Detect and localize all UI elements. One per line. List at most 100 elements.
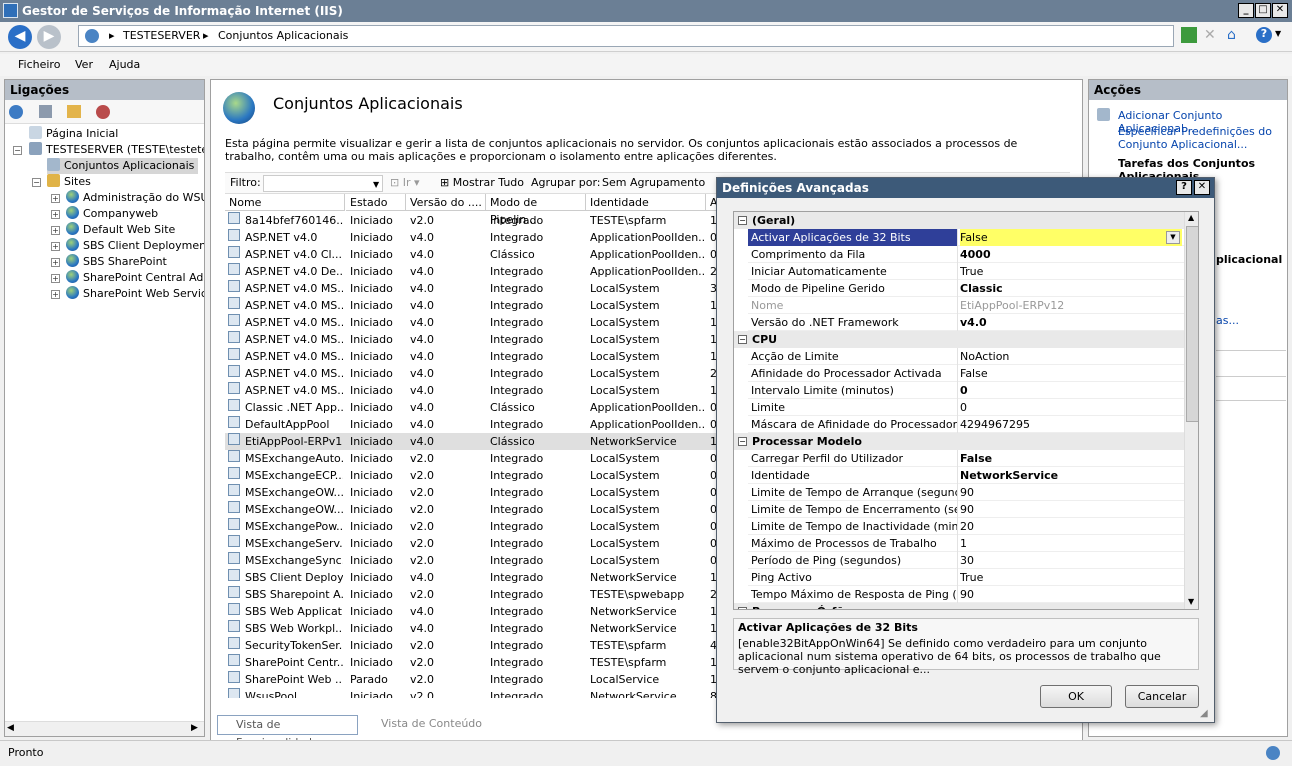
expand-icon[interactable]: + [51,258,60,267]
recycling-link[interactable]: as... [1216,314,1239,327]
expand-icon[interactable]: + [51,194,60,203]
scroll-down-icon[interactable]: ▼ [1188,597,1194,606]
chevron-down-icon[interactable]: ▼ [1275,29,1281,38]
collapse-icon[interactable]: − [738,437,747,446]
home-icon[interactable]: ⌂ [1227,27,1243,43]
property-value[interactable]: 90 [960,484,1182,501]
tree-sites[interactable]: Sites [47,174,91,190]
scroll-thumb[interactable] [1186,226,1198,422]
property-row[interactable]: Versão do .NET Framework v4.0 [748,314,1184,331]
property-value[interactable]: 1 [960,535,1182,552]
property-value[interactable]: 0 [960,399,1182,416]
tree-site-item[interactable]: SharePoint Central Admi [66,270,204,286]
expand-icon[interactable]: + [51,274,60,283]
tree-site-item[interactable]: SBS Client Deployment A [66,238,204,254]
property-value[interactable]: 4294967295 [960,416,1182,433]
property-value[interactable]: 20 [960,518,1182,535]
tree-site-item[interactable]: Administração do WSUS [66,190,204,206]
scroll-right-icon[interactable]: ▶ [191,723,198,733]
ok-button[interactable]: OK [1040,685,1112,708]
property-value[interactable]: NetworkService [960,467,1182,484]
cancel-button[interactable]: Cancelar [1125,685,1199,708]
property-value[interactable]: 30 [960,552,1182,569]
connect-icon[interactable] [9,105,23,119]
menu-help[interactable]: Ajuda [109,58,140,71]
minimize-button[interactable]: _ [1238,3,1254,18]
property-row[interactable]: Ping Activo True [748,569,1184,586]
address-breadcrumb[interactable]: ▸ TESTESERVER ▸ Conjuntos Aplicacionais [78,25,1174,47]
maximize-button[interactable]: □ [1255,3,1271,18]
tab-features-view[interactable]: Vista de Funcionalidades [217,715,358,740]
forward-arrow-icon[interactable]: ▶ [37,25,61,49]
tree-application-pools[interactable]: Conjuntos Aplicacionais [47,158,199,174]
group-by-select[interactable]: Sem Agrupamento [602,173,705,193]
property-value[interactable]: 90 [960,586,1182,603]
collapse-icon[interactable]: − [32,178,41,187]
tree-site-item[interactable]: Companyweb [66,206,158,222]
go-button[interactable]: ⊡ Ir ▾ [390,173,420,193]
menu-file[interactable]: Ficheiro [18,58,60,71]
tree-site-item[interactable]: SBS SharePoint [66,254,167,270]
tree-server[interactable]: TESTESERVER (TESTE\testeteste) [29,142,204,158]
column-header[interactable]: Estado [346,194,406,211]
column-header[interactable]: Modo de Pipelin... [486,194,586,226]
category-process-orphan[interactable]: − Processar Órfão [734,603,1184,609]
disconnect-icon[interactable] [96,105,110,119]
property-row[interactable]: Activar Aplicações de 32 Bits False ▼ [748,229,1184,246]
property-value[interactable]: Classic [960,280,1182,297]
property-value[interactable]: False [960,229,1182,246]
property-value[interactable]: 4000 [960,246,1182,263]
property-row[interactable]: Nome EtiAppPool-ERPv12 [748,297,1184,314]
property-value[interactable]: True [960,263,1182,280]
horizontal-scrollbar[interactable]: ◀ ▶ [5,721,204,736]
collapse-icon[interactable]: − [13,146,22,155]
menu-view[interactable]: Ver [75,58,93,71]
breadcrumb-pools[interactable]: Conjuntos Aplicacionais [218,26,348,46]
property-row[interactable]: Tempo Máximo de Resposta de Ping (segund… [748,586,1184,603]
expand-icon[interactable]: + [51,226,60,235]
property-value[interactable]: 0 [960,382,1182,399]
property-row[interactable]: Período de Ping (segundos) 30 [748,552,1184,569]
column-header[interactable]: Versão do .... [406,194,486,211]
expand-icon[interactable]: + [51,242,60,251]
refresh-icon[interactable] [1181,27,1197,43]
column-header[interactable]: Nome [225,194,345,211]
open-folder-icon[interactable] [67,105,81,118]
property-value[interactable]: False [960,450,1182,467]
dialog-title-bar[interactable]: Definições Avançadas ? ✕ [717,178,1214,198]
tree-start-page[interactable]: Página Inicial [29,126,118,142]
property-row[interactable]: Afinidade do Processador Activada False [748,365,1184,382]
dialog-help-button[interactable]: ? [1176,180,1192,195]
property-grid-scrollbar[interactable]: ▲ ▼ [1184,212,1198,609]
dialog-close-button[interactable]: ✕ [1194,180,1210,195]
chevron-down-icon[interactable]: ▼ [1166,231,1180,244]
scroll-up-icon[interactable]: ▲ [1188,213,1194,222]
property-row[interactable]: Carregar Perfil do Utilizador False [748,450,1184,467]
property-row[interactable]: Acção de Limite NoAction [748,348,1184,365]
stop-icon[interactable]: ✕ [1204,27,1220,43]
property-row[interactable]: Comprimento da Fila 4000 [748,246,1184,263]
property-value[interactable]: NoAction [960,348,1182,365]
property-row[interactable]: Limite 0 [748,399,1184,416]
expand-icon[interactable]: + [51,290,60,299]
tab-content-view[interactable]: Vista de Conteúdo [364,715,484,735]
scroll-left-icon[interactable]: ◀ [7,723,14,733]
resize-grip-icon[interactable]: ◢ [1200,708,1208,719]
property-value[interactable]: EtiAppPool-ERPv12 [960,297,1182,314]
property-value[interactable]: 90 [960,501,1182,518]
filter-input[interactable] [263,175,383,192]
property-row[interactable]: Limite de Tempo de Inactividade (minutos… [748,518,1184,535]
help-icon[interactable]: ? [1256,27,1272,43]
category-general[interactable]: − (Geral) [734,212,1184,229]
category-process-model[interactable]: − Processar Modelo [734,433,1184,450]
property-row[interactable]: Modo de Pipeline Gerido Classic [748,280,1184,297]
expand-icon[interactable]: + [51,210,60,219]
collapse-icon[interactable]: − [738,335,747,344]
tree-site-item[interactable]: SharePoint Web Services [66,286,204,302]
property-row[interactable]: Intervalo Limite (minutos) 0 [748,382,1184,399]
property-row[interactable]: Iniciar Automaticamente True [748,263,1184,280]
category-cpu[interactable]: − CPU [734,331,1184,348]
save-icon[interactable] [39,105,52,118]
property-row[interactable]: Limite de Tempo de Arranque (segundos) 90 [748,484,1184,501]
set-pool-defaults-link-2[interactable]: Conjunto Aplicacional... [1118,138,1247,151]
